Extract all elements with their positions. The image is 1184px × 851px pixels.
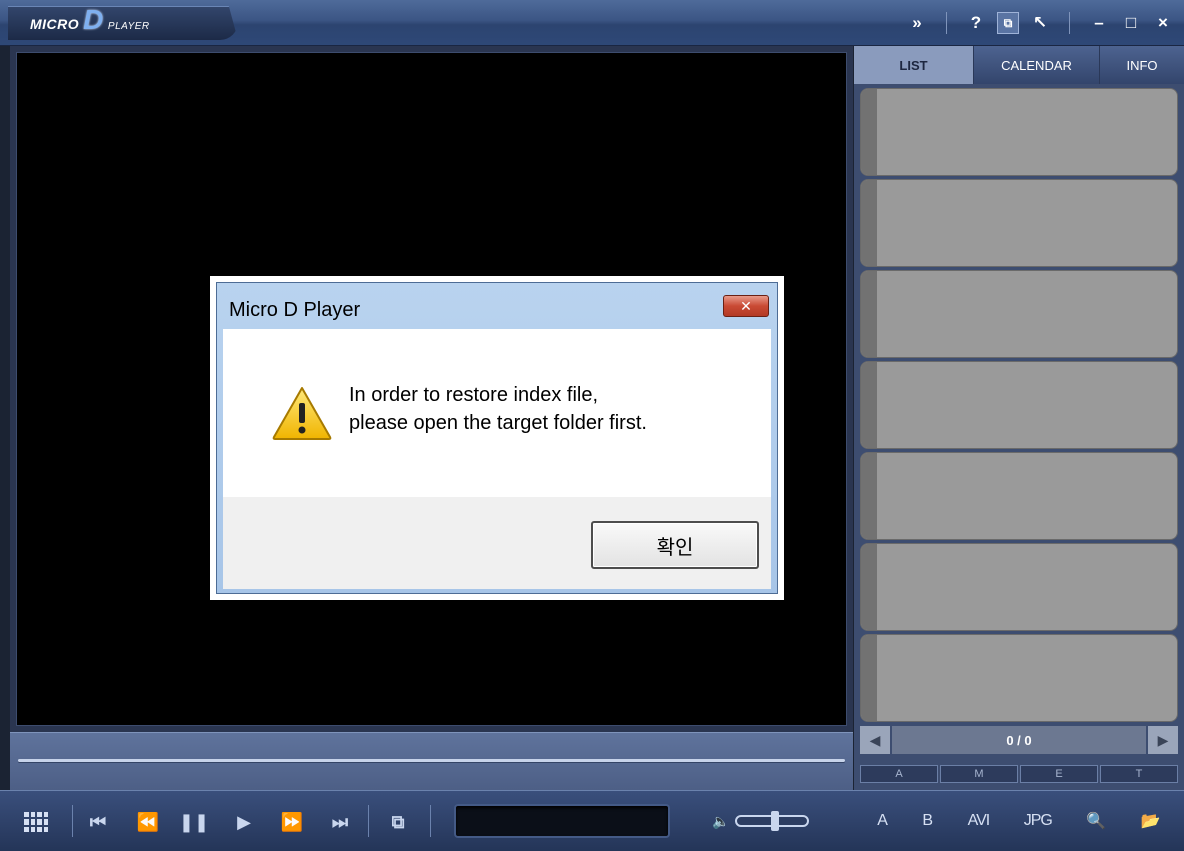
side-panel: LIST CALENDAR INFO ◀ 0 / 0 ▶ A M E T A B… <box>854 46 1184 851</box>
export-jpg-button[interactable]: JPG <box>1024 812 1053 830</box>
logo-text-player: PLAYER <box>107 21 150 32</box>
warning-icon <box>272 387 332 440</box>
logo-letter-d: D <box>83 4 104 35</box>
rewind-icon: ⏪ <box>136 811 160 832</box>
rewind-button[interactable]: ⏪ <box>134 808 162 836</box>
maximize-button[interactable]: □ <box>1120 12 1142 34</box>
filter-t[interactable]: T <box>1100 765 1178 783</box>
search-icon[interactable]: 🔍 <box>1086 811 1106 831</box>
play-button[interactable]: ▶ <box>230 808 258 836</box>
dialog-message: In order to restore index file, please o… <box>349 381 647 437</box>
dialog-footer: 확인 <box>223 497 771 589</box>
control-divider <box>430 805 431 837</box>
control-divider <box>368 805 369 837</box>
filter-m[interactable]: M <box>940 765 1018 783</box>
expand-panel-button[interactable]: » <box>906 12 928 34</box>
minimize-button[interactable]: – <box>1088 12 1110 34</box>
list-item[interactable] <box>860 634 1178 722</box>
list-item[interactable] <box>860 452 1178 540</box>
help-button[interactable]: ? <box>965 12 987 34</box>
pause-button[interactable]: ❚❚ <box>178 808 210 836</box>
list-item[interactable] <box>860 179 1178 267</box>
copy-frame-button[interactable]: ⧉ <box>384 808 412 836</box>
skip-start-icon: ⏮ <box>89 811 107 832</box>
time-display <box>454 804 670 838</box>
titlebar-controls: » ? ⧉ ↖ – □ × <box>906 10 1174 36</box>
dialog-message-line: please open the target folder first. <box>349 412 647 434</box>
speaker-icon[interactable]: 🔈 <box>712 813 729 830</box>
titlebar-divider <box>946 12 947 34</box>
window-mode-button[interactable]: ⧉ <box>997 12 1019 34</box>
message-dialog: Micro D Player ✕ In order to restore ind… <box>216 282 778 594</box>
skip-start-button[interactable]: ⏮ <box>84 808 112 836</box>
dialog-title: Micro D Player <box>229 299 361 321</box>
event-filters: A M E T <box>860 765 1178 783</box>
mark-b-button[interactable]: B <box>922 812 933 830</box>
panel-tabs: LIST CALENDAR INFO <box>854 46 1184 84</box>
list-pager: ◀ 0 / 0 ▶ <box>860 726 1178 754</box>
titlebar-divider <box>1069 12 1070 34</box>
close-button[interactable]: × <box>1152 12 1174 34</box>
list-item[interactable] <box>860 270 1178 358</box>
filter-a[interactable]: A <box>860 765 938 783</box>
tab-calendar[interactable]: CALENDAR <box>974 46 1100 84</box>
seek-track[interactable] <box>18 759 845 762</box>
grid-icon <box>24 812 48 832</box>
volume-control[interactable]: 🔈 <box>712 809 822 833</box>
panel-toolbar: A B AVI JPG 🔍 📂 <box>854 790 1184 851</box>
dialog-message-line: In order to restore index file, <box>349 384 599 406</box>
dialog-body: In order to restore index file, please o… <box>223 329 771 497</box>
next-page-button[interactable]: ▶ <box>1148 726 1178 754</box>
fast-forward-icon: ⏩ <box>280 811 304 832</box>
list-item[interactable] <box>860 88 1178 176</box>
tab-list[interactable]: LIST <box>854 46 974 84</box>
list-item[interactable] <box>860 543 1178 631</box>
file-list <box>860 88 1178 726</box>
list-item[interactable] <box>860 361 1178 449</box>
fast-forward-button[interactable]: ⏩ <box>278 808 306 836</box>
tools-button[interactable]: ↖ <box>1029 12 1051 34</box>
app-logo: MICRO D PLAYER <box>30 4 150 35</box>
prev-page-button[interactable]: ◀ <box>860 726 890 754</box>
filter-e[interactable]: E <box>1020 765 1098 783</box>
mark-a-button[interactable]: A <box>877 812 888 830</box>
playback-controls: ⏮ ⏪ ❚❚ ▶ ⏩ ⏭ ⧉ 🔈 <box>0 790 854 851</box>
open-folder-icon[interactable]: 📂 <box>1141 811 1161 831</box>
volume-knob[interactable] <box>771 811 780 831</box>
volume-slider[interactable] <box>735 811 810 831</box>
skip-end-button[interactable]: ⏭ <box>326 808 354 836</box>
timeline-bar[interactable] <box>10 732 853 790</box>
layout-grid-button[interactable] <box>22 808 50 836</box>
copy-frame-icon: ⧉ <box>391 811 405 832</box>
dialog-highlight: Micro D Player ✕ In order to restore ind… <box>210 276 784 600</box>
control-divider <box>72 805 73 837</box>
ok-button[interactable]: 확인 <box>591 521 759 569</box>
pause-icon: ❚❚ <box>178 811 210 832</box>
play-icon: ▶ <box>237 811 251 832</box>
logo-text-micro: MICRO <box>30 16 80 32</box>
export-avi-button[interactable]: AVI <box>968 812 991 830</box>
tab-info[interactable]: INFO <box>1100 46 1184 84</box>
dialog-close-button[interactable]: ✕ <box>723 295 769 317</box>
skip-end-icon: ⏭ <box>331 811 349 832</box>
page-counter: 0 / 0 <box>892 726 1146 754</box>
title-bar: MICRO D PLAYER » ? ⧉ ↖ – □ × <box>0 0 1184 46</box>
